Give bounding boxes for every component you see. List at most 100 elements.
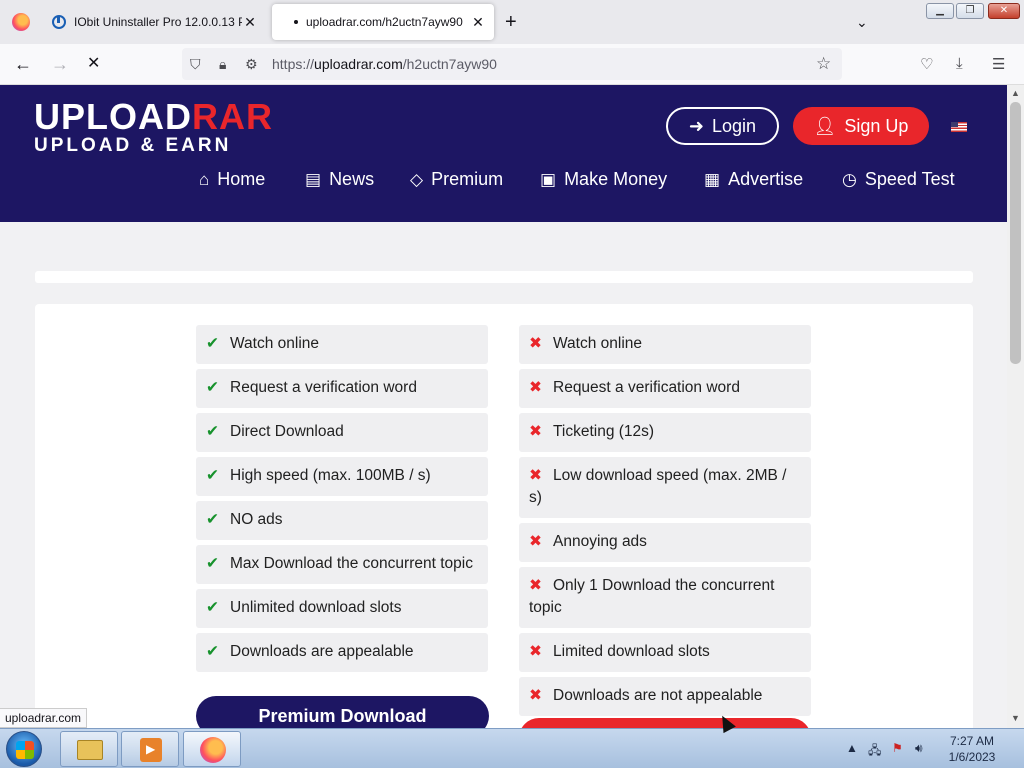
nav-label: News xyxy=(329,169,375,189)
premium-features-list: ✔ Watch online ✔ Request a verification wo… xyxy=(196,325,488,677)
taskbar-explorer[interactable] xyxy=(60,731,118,767)
close-window-button[interactable]: ✕ xyxy=(988,3,1020,19)
signup-label: Sign Up xyxy=(844,115,909,136)
comparison-card xyxy=(35,304,973,728)
nav-make-money[interactable]: ▣ Make Money xyxy=(540,169,667,190)
list-item: ✖ Annoying ads xyxy=(519,523,811,562)
list-tabs-chevron-icon[interactable]: ⌄ xyxy=(856,14,868,31)
iobit-favicon-icon xyxy=(52,15,66,29)
url-text[interactable]: https://uploadrar.com/h2uctn7ayw90 xyxy=(272,56,497,72)
new-tab-button[interactable]: + xyxy=(505,12,517,32)
show-hidden-icons-icon[interactable]: ▲ xyxy=(846,741,858,755)
page-scrollbar[interactable]: ▲ ▼ xyxy=(1007,85,1024,728)
list-item: ✖ Ticketing (12s) xyxy=(519,413,811,452)
taskbar-firefox[interactable] xyxy=(183,731,241,767)
pocket-icon[interactable]: ♡ xyxy=(920,55,933,73)
nav-label: Advertise xyxy=(728,169,804,189)
login-button[interactable]: ➜ Login xyxy=(666,107,779,145)
network-icon[interactable]: 🖧 xyxy=(868,741,881,762)
list-item: ✖ Only 1 Download the concurrent topic xyxy=(519,567,811,628)
check-icon: ✔ xyxy=(206,555,219,572)
clock-date: 1/6/2023 xyxy=(948,750,996,764)
nav-speed-test[interactable]: ◷ Speed Test xyxy=(842,169,955,190)
firefox-icon[interactable] xyxy=(12,13,30,31)
cross-icon: ✖ xyxy=(529,577,542,594)
content-strip xyxy=(35,271,973,283)
tab-title: uploadrar.com/h2uctn7ayw90 xyxy=(306,15,463,29)
list-item: ✔ Unlimited download slots xyxy=(196,589,488,628)
browser-nav-bar: ← → ✕ ⛉ 🔒︎ ⚙ https://uploadrar.com/h2uct… xyxy=(0,44,1024,85)
cross-icon: ✖ xyxy=(529,643,542,660)
check-icon: ✔ xyxy=(206,379,219,396)
action-center-flag-icon[interactable]: ⚑ xyxy=(892,741,903,755)
clock-time: 7:27 AM xyxy=(949,734,995,748)
check-icon: ✔ xyxy=(206,423,219,440)
menu-hamburger-icon[interactable]: ☰ xyxy=(992,55,1005,73)
login-label: Login xyxy=(712,115,757,136)
scroll-up-icon[interactable]: ▲ xyxy=(1011,88,1020,98)
url-path: /h2uctn7ayw90 xyxy=(402,56,497,72)
firefox-icon xyxy=(200,737,226,763)
nav-home[interactable]: ⌂ Home xyxy=(199,169,265,190)
browser-tab-bar: IObit Uninstaller Pro 12.0.0.13 Pr ✕ upl… xyxy=(0,0,1024,44)
close-tab-icon[interactable]: ✕ xyxy=(242,14,258,31)
cross-icon: ✖ xyxy=(529,335,542,352)
premium-download-button[interactable]: Premium Download xyxy=(196,696,489,728)
money-icon: ▣ xyxy=(540,169,557,189)
list-item: ✔ NO ads xyxy=(196,501,488,540)
taskbar-media-player[interactable] xyxy=(121,731,179,767)
nav-label: Make Money xyxy=(564,169,668,189)
permissions-icon[interactable]: ⚙ xyxy=(245,56,258,73)
scroll-down-icon[interactable]: ▼ xyxy=(1011,713,1020,723)
media-player-icon xyxy=(140,738,162,762)
free-download-button[interactable] xyxy=(519,718,811,728)
volume-icon[interactable]: 🔊︎ xyxy=(915,741,923,756)
nav-premium[interactable]: ◇ Premium xyxy=(410,169,503,190)
free-features-list: ✖ Watch online ✖ Request a verification wo… xyxy=(519,325,811,721)
url-bar[interactable]: ⛉ 🔒︎ ⚙ https://uploadrar.com/h2uctn7ayw9… xyxy=(182,48,842,80)
scroll-thumb[interactable] xyxy=(1010,102,1021,364)
tracking-shield-icon[interactable]: ⛉ xyxy=(190,56,201,73)
list-item: ✖ Low download speed (max. 2MB / s) xyxy=(519,457,811,518)
tab-uploadrar[interactable]: uploadrar.com/h2uctn7ayw90 ✕ xyxy=(272,4,494,40)
maximize-button[interactable]: ❐ xyxy=(956,3,984,19)
nav-advertise[interactable]: ▦ Advertise xyxy=(704,169,803,190)
minimize-button[interactable]: ▁ xyxy=(926,3,954,19)
logo-tagline: UPLOAD & EARN xyxy=(34,135,232,156)
list-item: ✔ Request a verification word xyxy=(196,369,488,408)
status-url: uploadrar.com xyxy=(0,708,88,728)
uploadrar-logo[interactable]: UPLOADRAR UPLOAD & EARN xyxy=(34,99,273,157)
check-icon: ✔ xyxy=(206,467,219,484)
taskbar: ▲ 🖧 ⚑ 🔊︎ 7:27 AM 1/6/2023 xyxy=(0,728,1024,768)
bookmark-star-icon[interactable]: ☆ xyxy=(816,54,831,74)
signup-button[interactable]: 👤︎ Sign Up xyxy=(793,107,929,145)
folder-icon xyxy=(77,740,103,760)
cross-icon: ✖ xyxy=(529,379,542,396)
home-icon: ⌂ xyxy=(199,169,210,189)
list-item: ✖ Downloads are not appealable xyxy=(519,677,811,716)
start-button[interactable] xyxy=(6,731,42,767)
forward-arrow-icon[interactable]: → xyxy=(51,54,69,74)
list-item: ✔ High speed (max. 100MB / s) xyxy=(196,457,488,496)
stop-loading-icon[interactable]: ✕ xyxy=(87,54,100,74)
ad-icon: ▦ xyxy=(704,169,721,189)
nav-news[interactable]: ▤ News xyxy=(305,169,374,190)
list-item: ✔ Downloads are appealable xyxy=(196,633,488,672)
us-flag-icon[interactable] xyxy=(951,122,967,132)
tab-iobit[interactable]: IObit Uninstaller Pro 12.0.0.13 Pr ✕ xyxy=(44,4,266,40)
system-clock[interactable]: 7:27 AM 1/6/2023 xyxy=(940,733,1004,765)
url-scheme: https:// xyxy=(272,56,315,72)
download-icon[interactable]: ⤓ xyxy=(956,55,963,72)
close-tab-icon[interactable]: ✕ xyxy=(470,14,486,31)
newspaper-icon: ▤ xyxy=(305,169,322,189)
logo-text-upload: UPLOAD xyxy=(34,96,192,137)
check-icon: ✔ xyxy=(206,511,219,528)
cross-icon: ✖ xyxy=(529,687,542,704)
clock-icon: ◷ xyxy=(842,169,857,189)
list-item: ✔ Direct Download xyxy=(196,413,488,452)
lock-icon[interactable]: 🔒︎ xyxy=(219,56,226,73)
check-icon: ✔ xyxy=(206,335,219,352)
site-header: UPLOADRAR UPLOAD & EARN ➜ Login 👤︎ Sign … xyxy=(0,85,1007,222)
back-arrow-icon[interactable]: ← xyxy=(14,54,32,74)
sign-in-icon: ➜ xyxy=(688,115,705,136)
